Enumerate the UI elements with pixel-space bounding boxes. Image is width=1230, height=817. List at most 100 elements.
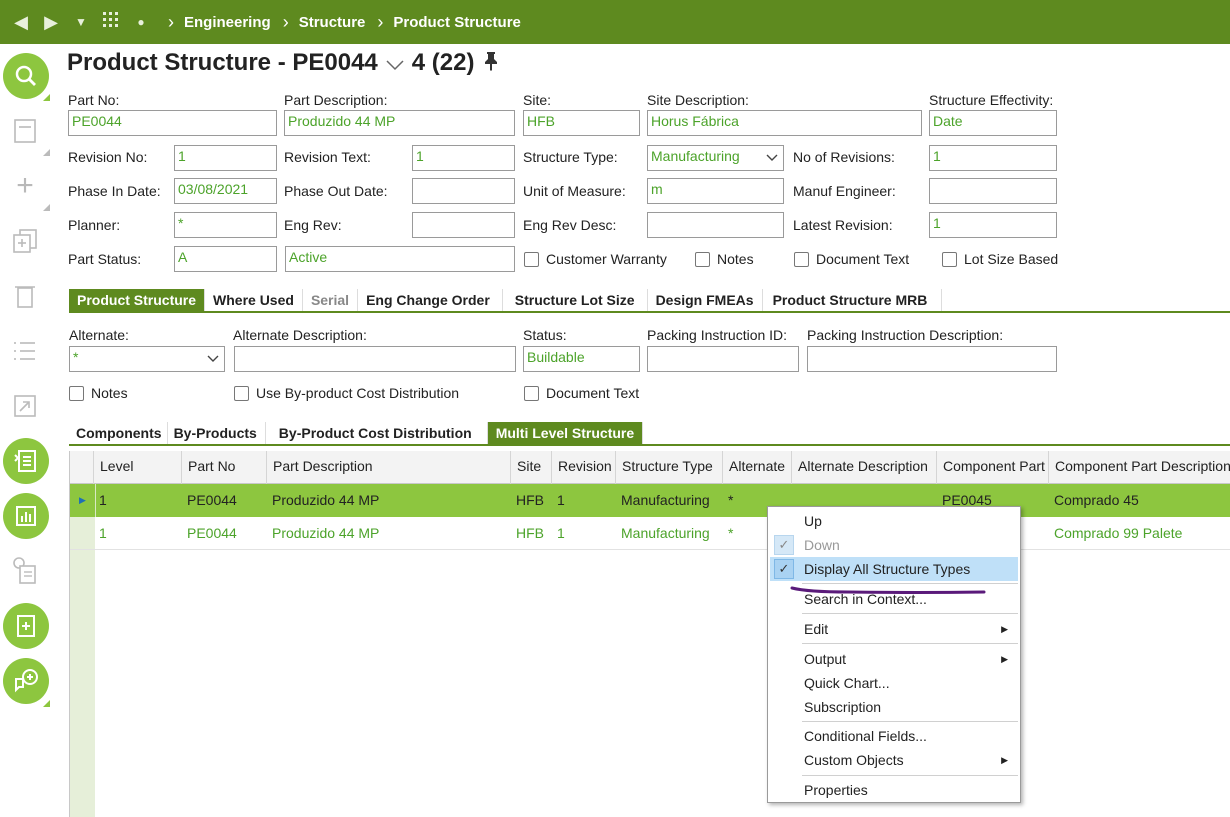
- column-header-component-part[interactable]: Component Part: [936, 451, 1049, 484]
- menu-item-output[interactable]: Output ▶: [770, 647, 1018, 671]
- manuf-engineer-field[interactable]: [929, 178, 1057, 204]
- site-field[interactable]: HFB: [523, 110, 640, 136]
- table-row[interactable]: ▶ 1 PE0044 Produzido 44 MP HFB 1 Manufac…: [70, 484, 1230, 517]
- structure-effectivity-label: Structure Effectivity:: [929, 92, 1054, 108]
- phase-out-date-field[interactable]: [412, 178, 515, 204]
- tab-design-fmeas[interactable]: Design FMEAs: [647, 289, 763, 311]
- alternate-select[interactable]: *: [69, 346, 225, 372]
- delete-icon[interactable]: [10, 281, 40, 311]
- forward-arrow-icon[interactable]: ▶: [36, 12, 66, 33]
- menu-item-down[interactable]: ✓ Down: [770, 533, 1018, 557]
- packing-instruction-id-field[interactable]: [647, 346, 799, 372]
- tab-components[interactable]: Components: [69, 422, 168, 444]
- pin-icon[interactable]: [484, 51, 498, 76]
- tab-product-structure[interactable]: Product Structure: [69, 289, 206, 311]
- cell-part-description: Produzido 44 MP: [272, 525, 380, 541]
- checkbox-box[interactable]: [524, 385, 539, 401]
- part-no-field[interactable]: PE0044: [68, 110, 277, 136]
- checkbox-box[interactable]: [69, 385, 84, 401]
- no-of-revisions-field[interactable]: 1: [929, 145, 1057, 171]
- apps-grid-icon[interactable]: [96, 11, 126, 34]
- column-header-alternate-description[interactable]: Alternate Description: [791, 451, 938, 484]
- column-header-alternate[interactable]: Alternate: [722, 451, 792, 484]
- cell-revision: 1: [557, 492, 565, 508]
- menu-item-display-all-structure-types[interactable]: ✓ Display All Structure Types: [770, 557, 1018, 581]
- tab-serial[interactable]: Serial: [302, 289, 359, 311]
- history-dropdown-icon[interactable]: ▼: [66, 15, 96, 29]
- alt-notes-checkbox[interactable]: Notes: [69, 385, 128, 401]
- tab-structure-lot-size[interactable]: Structure Lot Size: [502, 289, 648, 311]
- checkbox-box[interactable]: [794, 251, 809, 267]
- list-icon[interactable]: [10, 336, 40, 366]
- notes-checkbox[interactable]: Notes: [695, 251, 754, 267]
- menu-item-properties[interactable]: Properties: [770, 778, 1018, 802]
- menu-item-subscription-label: Subscription: [804, 699, 882, 715]
- breadcrumb-engineering[interactable]: Engineering: [184, 14, 271, 31]
- save-icon[interactable]: [10, 116, 40, 146]
- revision-no-field[interactable]: 1: [174, 145, 277, 171]
- tab-eng-change-order[interactable]: Eng Change Order: [358, 289, 503, 311]
- info-document-icon[interactable]: [10, 556, 40, 586]
- packing-instruction-description-field[interactable]: [807, 346, 1057, 372]
- part-status-description-field[interactable]: Active: [285, 246, 515, 272]
- phase-in-date-field[interactable]: 03/08/2021: [174, 178, 277, 204]
- lot-size-based-checkbox[interactable]: Lot Size Based: [942, 251, 1058, 267]
- site-description-field[interactable]: Horus Fábrica: [647, 110, 922, 136]
- tab-by-products[interactable]: By-Products: [167, 422, 266, 444]
- status-field[interactable]: Buildable: [523, 346, 640, 372]
- chart-button[interactable]: [3, 493, 49, 539]
- part-description-field[interactable]: Produzido 44 MP: [284, 110, 515, 136]
- menu-item-up[interactable]: Up: [770, 509, 1018, 533]
- checkbox-box[interactable]: [234, 385, 249, 401]
- menu-item-edit[interactable]: Edit ▶: [770, 617, 1018, 641]
- planner-field[interactable]: *: [174, 212, 277, 238]
- conversation-button[interactable]: [3, 658, 49, 704]
- column-header-part-description[interactable]: Part Description: [266, 451, 512, 484]
- alt-document-text-checkbox[interactable]: Document Text: [524, 385, 639, 401]
- latest-revision-field[interactable]: 1: [929, 212, 1057, 238]
- document-text-checkbox[interactable]: Document Text: [794, 251, 909, 267]
- menu-item-conditional-fields[interactable]: Conditional Fields...: [770, 724, 1018, 748]
- search-button[interactable]: [3, 53, 49, 99]
- part-status-field[interactable]: A: [174, 246, 277, 272]
- customer-warranty-checkbox[interactable]: Customer Warranty: [524, 251, 667, 267]
- add-icon[interactable]: +: [10, 169, 40, 202]
- alternate-description-field[interactable]: [234, 346, 516, 372]
- tab-multi-level-structure[interactable]: Multi Level Structure: [487, 422, 644, 444]
- navigate-icon[interactable]: [10, 391, 40, 421]
- column-header-site[interactable]: Site: [510, 451, 552, 484]
- page-title: Product Structure - PE0044 4 (22): [67, 48, 498, 78]
- eng-rev-field[interactable]: [412, 212, 515, 238]
- checkbox-box[interactable]: [695, 251, 710, 267]
- chevron-right-icon: ›: [168, 11, 174, 32]
- column-header-revision[interactable]: Revision: [551, 451, 616, 484]
- column-header-structure-type[interactable]: Structure Type: [615, 451, 723, 484]
- tab-by-product-cost-distribution[interactable]: By-Product Cost Distribution: [265, 422, 488, 444]
- home-dot-icon[interactable]: ●: [126, 15, 156, 29]
- checkbox-box[interactable]: [942, 251, 957, 267]
- column-header-level[interactable]: Level: [93, 451, 182, 484]
- table-row[interactable]: 1 PE0044 Produzido 44 MP HFB 1 Manufactu…: [70, 517, 1230, 550]
- checkbox-box[interactable]: [524, 251, 539, 267]
- back-arrow-icon[interactable]: ◀: [6, 12, 36, 33]
- tab-where-used[interactable]: Where Used: [205, 289, 303, 311]
- details-list-button[interactable]: [3, 438, 49, 484]
- duplicate-icon[interactable]: [10, 226, 40, 256]
- structure-type-select[interactable]: Manufacturing: [647, 145, 784, 171]
- eng-rev-desc-field[interactable]: [647, 212, 784, 238]
- new-document-button[interactable]: [3, 603, 49, 649]
- record-count: 4 (22): [411, 49, 475, 76]
- menu-item-quick-chart[interactable]: Quick Chart...: [770, 671, 1018, 695]
- tab-product-structure-mrb[interactable]: Product Structure MRB: [762, 289, 943, 311]
- structure-effectivity-field[interactable]: Date: [929, 110, 1057, 136]
- revision-text-field[interactable]: 1: [412, 145, 515, 171]
- menu-item-subscription[interactable]: Subscription: [770, 695, 1018, 719]
- breadcrumb-structure[interactable]: Structure: [299, 14, 366, 31]
- column-header-component-part-description[interactable]: Component Part Description: [1048, 451, 1230, 484]
- menu-item-custom-objects[interactable]: Custom Objects ▶: [770, 748, 1018, 772]
- column-header-part-no[interactable]: Part No: [181, 451, 267, 484]
- breadcrumb-product-structure[interactable]: Product Structure: [393, 14, 521, 31]
- unit-of-measure-field[interactable]: m: [647, 178, 784, 204]
- record-selector-chevron-icon[interactable]: [386, 50, 404, 78]
- use-byproduct-cost-distribution-checkbox[interactable]: Use By-product Cost Distribution: [234, 385, 459, 401]
